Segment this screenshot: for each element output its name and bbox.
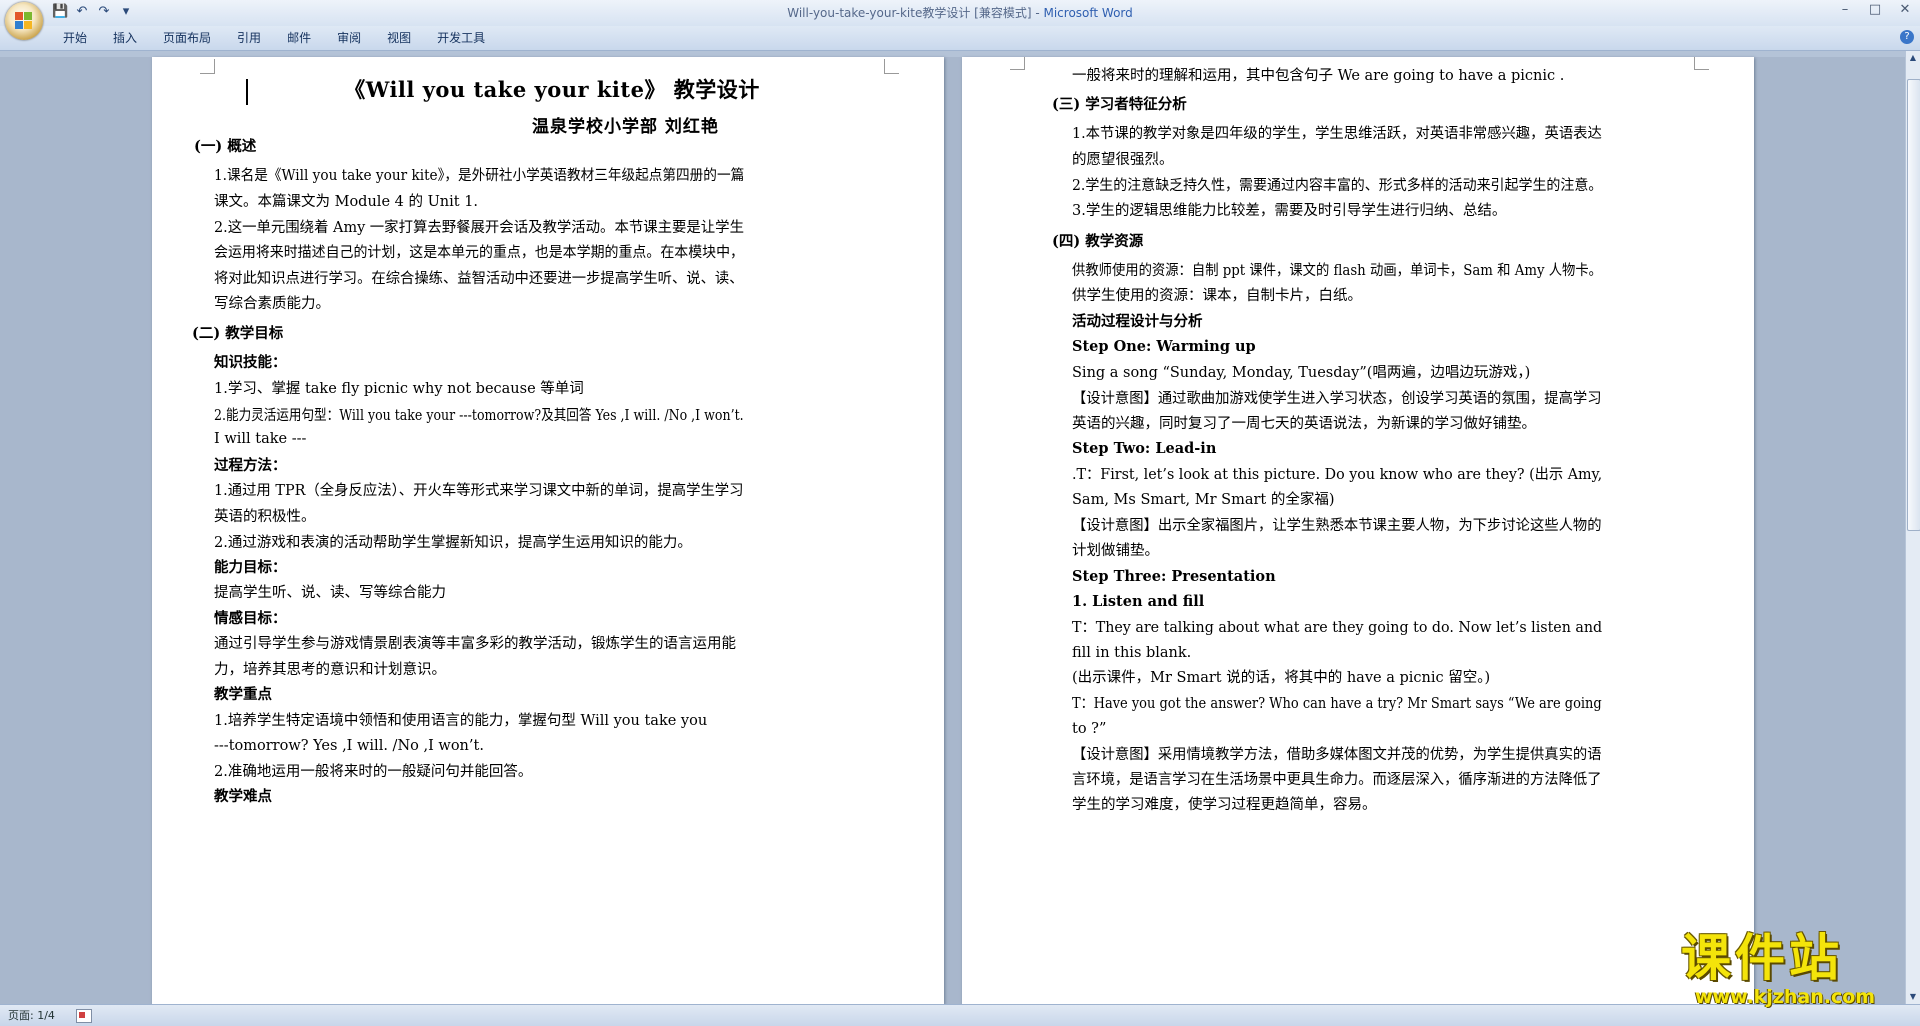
paragraph-line: 言环境，是语言学习在生活场景中更具生命力。而逐层深入，循序渐进的方法降低了 xyxy=(1072,772,1602,788)
text-cursor xyxy=(246,79,248,105)
paragraph-line: I will take --- xyxy=(214,431,307,447)
vertical-scrollbar[interactable]: ▲ ▼ xyxy=(1905,51,1920,1004)
section-heading: (一) 概述 xyxy=(194,138,257,155)
paragraph-line: 2.能力灵活运用句型：Will you take your ---tomorro… xyxy=(214,408,744,424)
paragraph-line: 1.通过用 TPR（全身反应法）、开火车等形式来学习课文中新的单词，提高学生学习 xyxy=(214,483,744,499)
paragraph-line: to ?” xyxy=(1072,721,1107,737)
ribbon-tab[interactable]: 开发工具 xyxy=(424,26,498,50)
section-heading: (三) 学习者特征分析 xyxy=(1052,96,1187,113)
paragraph-line: 提高学生听、说、读、写等综合能力 xyxy=(214,585,446,601)
proofing-icon[interactable] xyxy=(76,1009,92,1023)
office-logo-icon xyxy=(15,12,33,30)
paragraph-line: 供教师使用的资源：自制 ppt 课件，课文的 flash 动画，单词卡，Sam … xyxy=(1072,263,1602,279)
section-heading: 情感目标： xyxy=(214,610,287,627)
ribbon-tabs: 开始 插入 页面布局 引用 邮件 审阅 视图 开发工具 ? xyxy=(0,26,1920,51)
document-page-1[interactable]: 《Will you take your kite》 教学设计 温泉学校小学部 刘… xyxy=(152,57,944,1004)
paragraph-line: 学生的学习难度，使学习过程更趋简单，容易。 xyxy=(1072,797,1377,813)
section-heading: Step Two: Lead-in xyxy=(1072,440,1217,457)
paragraph-line: ---tomorrow? Yes ,I will. /No ,I won’t. xyxy=(214,738,484,754)
ribbon-tab[interactable]: 审阅 xyxy=(324,26,374,50)
scroll-thumb[interactable] xyxy=(1907,79,1920,531)
section-heading: 教学重点 xyxy=(214,686,272,703)
undo-icon[interactable]: ↶ xyxy=(74,4,90,20)
section-heading: Step Three: Presentation xyxy=(1072,568,1276,585)
ribbon-tab[interactable]: 插入 xyxy=(100,26,150,50)
office-button[interactable] xyxy=(5,2,43,40)
paragraph-line: 课文。本篇课文为 Module 4 的 Unit 1. xyxy=(214,194,479,210)
section-heading: (四) 教学资源 xyxy=(1052,233,1144,250)
paragraph-line: 计划做铺垫。 xyxy=(1072,543,1159,559)
page-count[interactable]: 页面: 1/4 xyxy=(8,1005,55,1026)
section-heading: 知识技能： xyxy=(214,354,287,371)
paragraph-line: 力，培养其思考的意识和计划意识。 xyxy=(214,662,446,678)
section-heading: 能力目标： xyxy=(214,559,287,576)
section-heading: 教学难点 xyxy=(214,788,272,805)
paragraph-line: 将对此知识点进行学习。在综合操练、益智活动中还要进一步提高学生听、说、读、 xyxy=(214,271,744,287)
ribbon-tab[interactable]: 邮件 xyxy=(274,26,324,50)
corner-mark xyxy=(200,59,215,74)
watermark-url: www.kjzhan.com xyxy=(1695,986,1876,1008)
ribbon-tab[interactable]: 开始 xyxy=(50,26,100,50)
document-author: 温泉学校小学部 刘红艳 xyxy=(532,117,719,137)
paragraph-line: 【设计意图】采用情境教学方法，借助多媒体图文并茂的优势，为学生提供真实的语 xyxy=(1072,747,1602,763)
paragraph-line: 1.培养学生特定语境中领悟和使用语言的能力，掌握句型 Will you take… xyxy=(214,713,708,729)
paragraph-line: .T：First, let’s look at this picture. Do… xyxy=(1072,467,1603,483)
help-icon[interactable]: ? xyxy=(1900,30,1914,44)
section-heading: Step One: Warming up xyxy=(1072,338,1256,355)
watermark-logo: 课件站 www.kjzhan.com xyxy=(1681,930,1906,1010)
close-button[interactable]: ✕ xyxy=(1890,0,1920,20)
status-bar: 页面: 1/4 xyxy=(0,1004,1920,1026)
quick-access-toolbar: 💾 ↶ ↷ ▾ xyxy=(52,4,134,20)
paragraph-line: 写综合素质能力。 xyxy=(214,296,330,312)
section-heading: 过程方法： xyxy=(214,457,287,474)
paragraph-line: 【设计意图】通过歌曲加游戏使学生进入学习状态，创设学习英语的氛围，提高学习 xyxy=(1072,391,1602,407)
tab-list: 开始 插入 页面布局 引用 邮件 审阅 视图 开发工具 xyxy=(50,26,498,50)
paragraph-line: T：Have you got the answer? Who can have … xyxy=(1072,696,1602,712)
scroll-up-icon[interactable]: ▲ xyxy=(1906,51,1920,65)
window-controls: – □ ✕ xyxy=(1830,0,1920,20)
paragraph-line: 2.准确地运用一般将来时的一般疑问句并能回答。 xyxy=(214,764,533,780)
ribbon-tab[interactable]: 引用 xyxy=(224,26,274,50)
window-title: Will-you-take-your-kite教学设计 [兼容模式] - Mic… xyxy=(787,6,1133,20)
watermark-text: 课件站 xyxy=(1681,929,1843,987)
paragraph-line: 【设计意图】出示全家福图片，让学生熟悉本节课主要人物，为下步讨论这些人物的 xyxy=(1072,518,1602,534)
document-title: 《Will you take your kite》 教学设计 xyxy=(344,77,760,102)
corner-mark xyxy=(1694,57,1709,70)
document-page-2[interactable]: 一般将来时的理解和运用，其中包含句子 We are going to have … xyxy=(962,57,1754,1004)
paragraph-line: 1.学习、掌握 take fly picnic why not because … xyxy=(214,381,584,397)
paragraph-line: fill in this blank. xyxy=(1072,645,1192,661)
corner-mark xyxy=(884,59,899,74)
paragraph-line: 1.本节课的教学对象是四年级的学生，学生思维活跃，对英语非常感兴趣，英语表达 xyxy=(1072,126,1602,142)
paragraph-line: T：They are talking about what are they g… xyxy=(1072,620,1603,636)
paragraph-line: Sing a song “Sunday, Monday, Tuesday”(唱两… xyxy=(1072,365,1531,381)
paragraph-line: Sam, Ms Smart, Mr Smart 的全家福) xyxy=(1072,492,1335,508)
paragraph-line: 英语的积极性。 xyxy=(214,509,316,525)
scroll-down-icon[interactable]: ▼ xyxy=(1906,990,1920,1004)
ribbon-tab[interactable]: 视图 xyxy=(374,26,424,50)
paragraph-line: 3.学生的逻辑思维能力比较差，需要及时引导学生进行归纳、总结。 xyxy=(1072,203,1507,219)
section-heading: (二) 教学目标 xyxy=(192,325,284,342)
paragraph-line: 2.这一单元围绕着 Amy 一家打算去野餐展开会话及教学活动。本节课主要是让学生 xyxy=(214,220,744,236)
paragraph-line: 2.通过游戏和表演的活动帮助学生掌握新知识，提高学生运用知识的能力。 xyxy=(214,535,692,551)
minimize-button[interactable]: – xyxy=(1830,0,1860,20)
section-heading: 1. Listen and fill xyxy=(1072,593,1205,610)
save-icon[interactable]: 💾 xyxy=(52,4,68,20)
paragraph-line: 供学生使用的资源：课本，自制卡片，白纸。 xyxy=(1072,288,1362,304)
paragraph-line: 英语的兴趣，同时复习了一周七天的英语说法，为新课的学习做好铺垫。 xyxy=(1072,416,1536,432)
paragraph-line: 会运用将来时描述自己的计划，这是本单元的重点，也是本学期的重点。在本模块中， xyxy=(214,245,744,261)
paragraph-line: 通过引导学生参与游戏情景剧表演等丰富多彩的教学活动，锻炼学生的语言运用能 xyxy=(214,636,736,652)
paragraph-line: 1.课名是《Will you take your kite》，是外研社小学英语教… xyxy=(214,168,745,184)
paragraph-line: 2.学生的注意缺乏持久性，需要通过内容丰富的、形式多样的活动来引起学生的注意。 xyxy=(1072,178,1603,194)
paragraph-line: 一般将来时的理解和运用，其中包含句子 We are going to have … xyxy=(1072,68,1565,84)
ribbon-tab[interactable]: 页面布局 xyxy=(150,26,224,50)
redo-icon[interactable]: ↷ xyxy=(96,4,112,20)
corner-mark xyxy=(1010,57,1025,70)
paragraph-line: 的愿望很强烈。 xyxy=(1072,152,1174,168)
title-bar: Will-you-take-your-kite教学设计 [兼容模式] - Mic… xyxy=(0,0,1920,26)
customize-toolbar-icon[interactable]: ▾ xyxy=(118,4,134,20)
paragraph-line: (出示课件，Mr Smart 说的话，将其中的 have a picnic 留空… xyxy=(1072,670,1491,686)
section-heading: 活动过程设计与分析 xyxy=(1072,313,1203,330)
maximize-button[interactable]: □ xyxy=(1860,0,1890,20)
